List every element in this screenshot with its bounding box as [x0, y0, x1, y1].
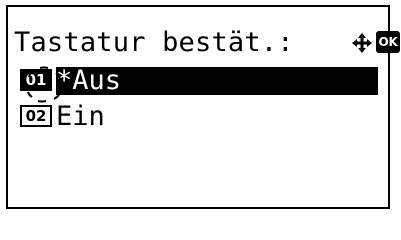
title-row: Tastatur bestät.: OK — [14, 25, 400, 61]
option-label-aus: *Aus — [56, 65, 122, 96]
option-item-ein[interactable]: 02 Ein — [20, 103, 382, 135]
option-list: 01 *Aus 02 Ein — [20, 67, 382, 139]
ok-key-badge: OK — [376, 31, 400, 53]
lcd-panel: Tastatur bestät.: OK 01 *Aus 02 Ein — [6, 5, 400, 209]
option-label-ein: Ein — [56, 101, 105, 132]
option-item-aus[interactable]: 01 *Aus — [20, 67, 382, 99]
screen-title: Tastatur bestät.: — [14, 27, 294, 58]
four-way-arrows-icon — [352, 33, 372, 53]
option-number-02: 02 — [20, 105, 52, 127]
option-number-01: 01 — [20, 69, 52, 91]
